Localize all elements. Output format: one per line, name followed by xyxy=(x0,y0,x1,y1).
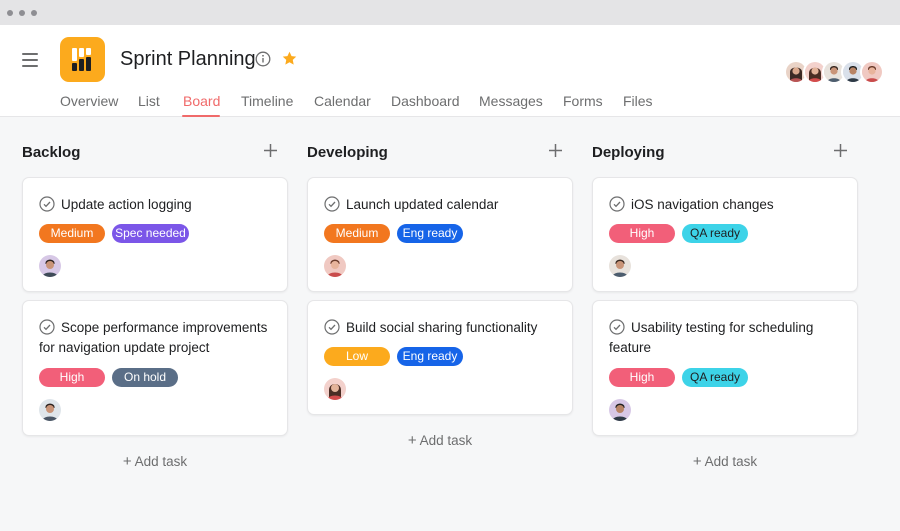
assignee-avatar[interactable] xyxy=(609,399,631,421)
assignee-avatar[interactable] xyxy=(324,378,346,400)
tag-status: QA ready xyxy=(682,368,748,387)
task-card[interactable]: Update action logging Medium Spec needed xyxy=(22,177,288,292)
avatar[interactable] xyxy=(860,60,884,84)
star-icon[interactable] xyxy=(281,50,298,67)
assignee-avatar[interactable] xyxy=(609,255,631,277)
window-dot[interactable] xyxy=(31,10,37,16)
task-title: Scope performance improvements for navig… xyxy=(39,320,268,355)
add-task-label: Add task xyxy=(704,454,758,469)
task-card[interactable]: iOS navigation changes High QA ready xyxy=(592,177,858,292)
add-task-button[interactable]: + Add task xyxy=(307,432,573,449)
tag-priority: High xyxy=(39,368,105,387)
task-title: iOS navigation changes xyxy=(631,197,774,212)
add-task-plus-icon[interactable] xyxy=(834,144,847,157)
project-logo-icon xyxy=(60,37,105,82)
tab-dashboard[interactable]: Dashboard xyxy=(391,93,460,109)
plus-icon: + xyxy=(122,453,132,470)
add-task-button[interactable]: + Add task xyxy=(22,453,288,470)
task-title: Update action logging xyxy=(61,197,192,212)
project-title: Sprint Planning xyxy=(120,48,256,70)
assignee-avatar[interactable] xyxy=(324,255,346,277)
tag-status: Eng ready xyxy=(397,224,463,243)
tab-files[interactable]: Files xyxy=(623,93,653,109)
tag-status: Spec needed xyxy=(112,224,189,243)
tab-board[interactable]: Board xyxy=(183,93,220,109)
tag-priority: High xyxy=(609,368,675,387)
tab-overview[interactable]: Overview xyxy=(60,93,118,109)
tab-timeline[interactable]: Timeline xyxy=(241,93,293,109)
tab-calendar[interactable]: Calendar xyxy=(314,93,371,109)
tab-messages[interactable]: Messages xyxy=(479,93,543,109)
assignee-avatar[interactable] xyxy=(39,399,61,421)
project-header: Sprint Planning Overview List Board Time… xyxy=(0,25,900,117)
task-card[interactable]: Scope performance improvements for navig… xyxy=(22,300,288,436)
column-title: Developing xyxy=(307,144,388,161)
column-title: Backlog xyxy=(22,144,81,161)
tag-priority: Medium xyxy=(39,224,105,243)
task-title: Usability testing for scheduling feature xyxy=(609,320,814,355)
column-title: Deploying xyxy=(592,144,665,161)
task-card[interactable]: Build social sharing functionality Low E… xyxy=(307,300,573,415)
tag-priority: High xyxy=(609,224,675,243)
tag-priority: Low xyxy=(324,347,390,366)
tab-forms[interactable]: Forms xyxy=(563,93,603,109)
info-icon[interactable] xyxy=(255,51,271,67)
window-chrome xyxy=(0,0,900,25)
tag-status: On hold xyxy=(112,368,178,387)
plus-icon: + xyxy=(692,453,702,470)
window-dot[interactable] xyxy=(7,10,13,16)
task-title: Build social sharing functionality xyxy=(346,320,538,335)
add-task-plus-icon[interactable] xyxy=(264,144,277,157)
window-dot[interactable] xyxy=(19,10,25,16)
add-task-plus-icon[interactable] xyxy=(549,144,562,157)
assignee-avatar[interactable] xyxy=(39,255,61,277)
add-task-button[interactable]: + Add task xyxy=(592,453,858,470)
tag-priority: Medium xyxy=(324,224,390,243)
task-card[interactable]: Launch updated calendar Medium Eng ready xyxy=(307,177,573,292)
tag-status: QA ready xyxy=(682,224,748,243)
add-task-label: Add task xyxy=(419,433,473,448)
active-tab-indicator xyxy=(182,115,220,117)
task-card[interactable]: Usability testing for scheduling feature… xyxy=(592,300,858,436)
task-title: Launch updated calendar xyxy=(346,197,499,212)
menu-icon[interactable] xyxy=(22,53,38,67)
tag-status: Eng ready xyxy=(397,347,463,366)
plus-icon: + xyxy=(407,432,417,449)
add-task-label: Add task xyxy=(134,454,188,469)
tab-list[interactable]: List xyxy=(138,93,160,109)
